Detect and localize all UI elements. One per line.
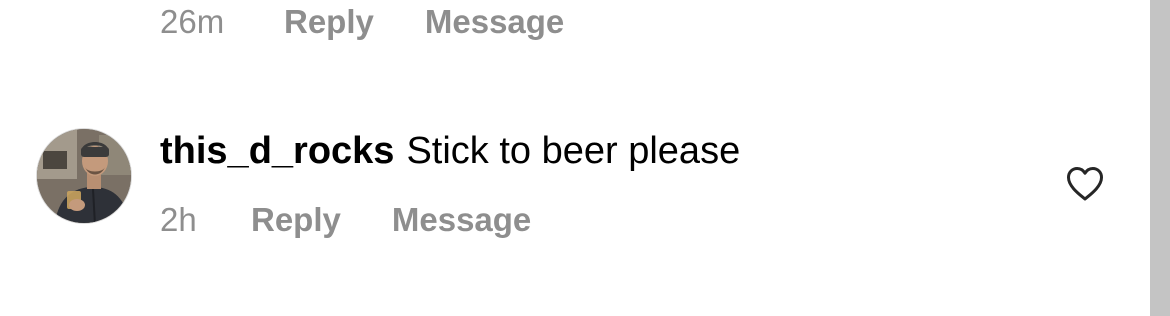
reply-button[interactable]: Reply <box>284 3 374 41</box>
message-button[interactable]: Message <box>425 3 564 41</box>
heart-outline-icon <box>1067 167 1103 201</box>
comment-actions-row: 2h Reply Message <box>160 198 531 242</box>
comment-timestamp: 26m <box>160 3 225 40</box>
comment-text: Stick to beer please <box>406 129 741 172</box>
comments-page: 26m Reply Message this_d_rocks Stick to … <box>0 0 1170 316</box>
scrollbar[interactable] <box>1150 0 1170 316</box>
avatar[interactable] <box>36 128 132 224</box>
comment-username[interactable]: this_d_rocks <box>160 130 394 173</box>
like-button[interactable] <box>1066 166 1104 202</box>
message-button[interactable]: Message <box>392 201 531 239</box>
reply-button[interactable]: Reply <box>251 201 341 239</box>
comment-body: this_d_rocks Stick to beer please <box>160 128 740 174</box>
comment-timestamp: 2h <box>160 201 197 238</box>
user-avatar-photo <box>37 129 131 223</box>
comment-actions-row: 26m Reply Message <box>160 0 564 44</box>
